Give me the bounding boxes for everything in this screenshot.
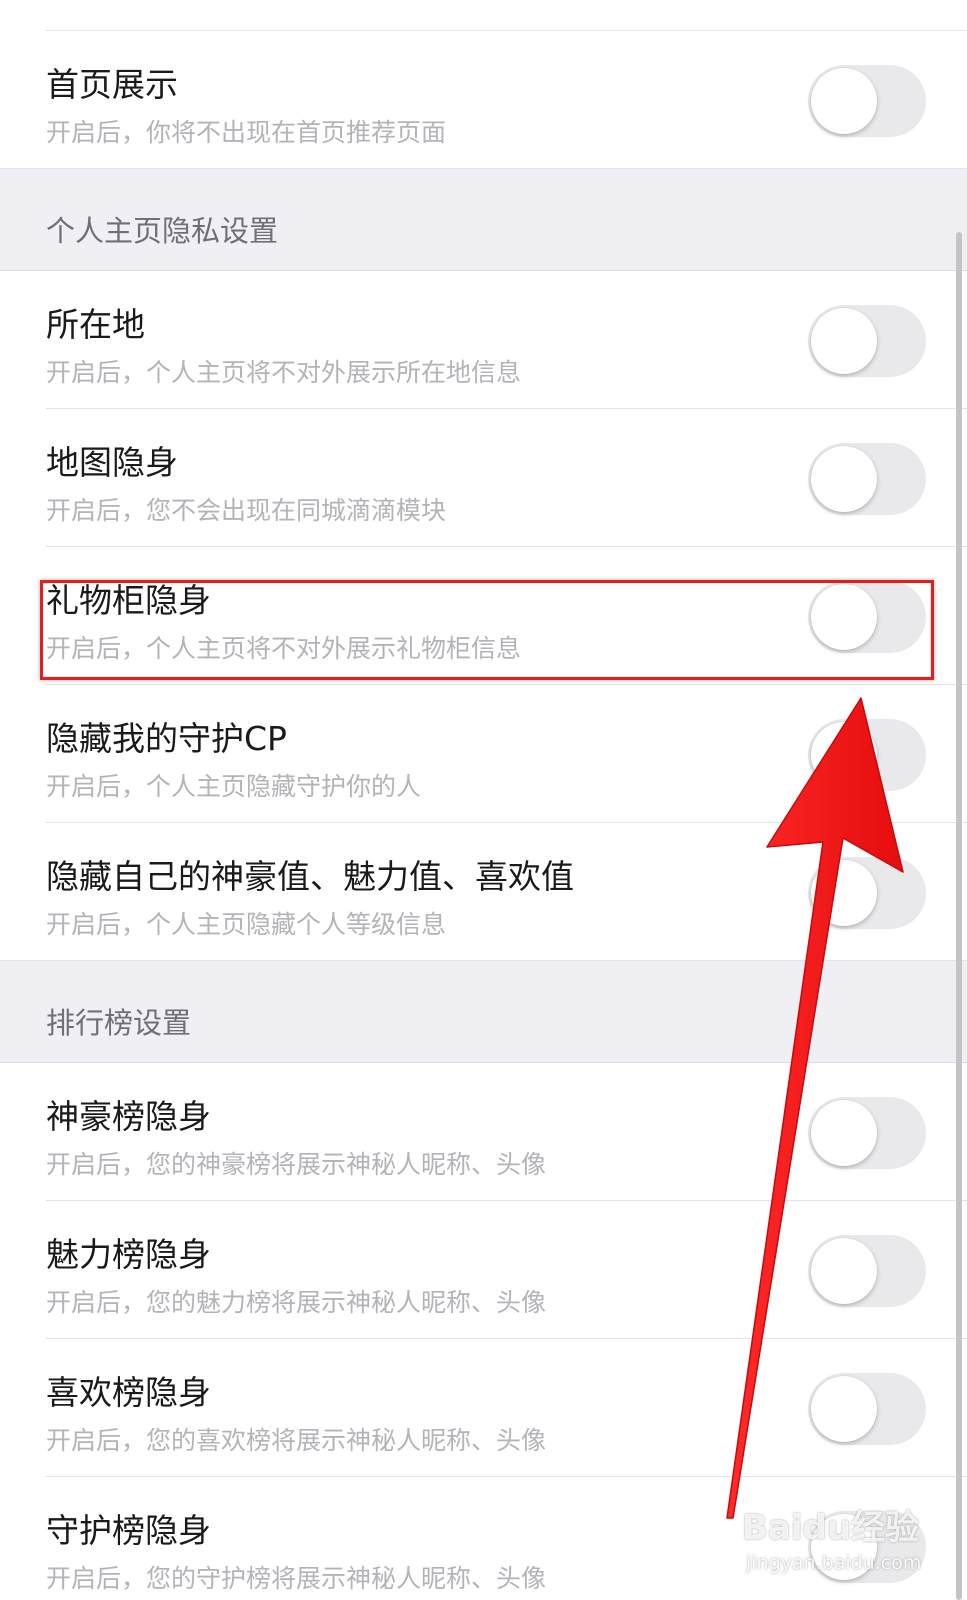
toggle-knob	[811, 584, 877, 650]
setting-description: 开启后，个人主页隐藏守护你的人	[46, 772, 422, 801]
homepage-display-toggle[interactable]	[808, 65, 926, 137]
toggle-knob	[811, 68, 877, 134]
setting-description: 开启后，您的喜欢榜将展示神秘人昵称、头像	[46, 1426, 547, 1455]
toggle-knob	[811, 1514, 877, 1580]
wealth-rank-invisible-toggle[interactable]	[808, 1097, 926, 1169]
toggle-knob	[811, 1100, 877, 1166]
setting-title: 地图隐身	[46, 443, 178, 482]
setting-description: 开启后，您的守护榜将展示神秘人昵称、头像	[46, 1564, 547, 1593]
setting-row-gift-cabinet-invisible[interactable]: 礼物柜隐身 开启后，个人主页将不对外展示礼物柜信息	[0, 547, 967, 685]
section-label: 个人主页隐私设置	[46, 214, 279, 248]
setting-description: 开启后，您的魅力榜将展示神秘人昵称、头像	[46, 1288, 547, 1317]
toggle-knob	[811, 722, 877, 788]
setting-description: 开启后，您不会出现在同城滴滴模块	[46, 496, 447, 525]
privacy-settings-screen: 首页展示 开启后，你将不出现在首页推荐页面 个人主页隐私设置 所在地 开启后，个…	[0, 0, 967, 1600]
setting-row-map-invisible[interactable]: 地图隐身 开启后，您不会出现在同城滴滴模块	[0, 409, 967, 547]
setting-row-hide-guardian-cp[interactable]: 隐藏我的守护CP 开启后，个人主页隐藏守护你的人	[0, 685, 967, 823]
setting-row-like-rank-invisible[interactable]: 喜欢榜隐身 开启后，您的喜欢榜将展示神秘人昵称、头像	[0, 1339, 967, 1477]
setting-title: 隐藏自己的神豪值、魅力值、喜欢值	[46, 857, 574, 896]
setting-row-wealth-rank-invisible[interactable]: 神豪榜隐身 开启后，您的神豪榜将展示神秘人昵称、头像	[0, 1063, 967, 1201]
setting-title: 神豪榜隐身	[46, 1097, 211, 1136]
toggle-knob	[811, 1238, 877, 1304]
hide-values-toggle[interactable]	[808, 857, 926, 929]
like-rank-invisible-toggle[interactable]	[808, 1373, 926, 1445]
section-header-profile-privacy: 个人主页隐私设置	[0, 169, 967, 271]
setting-description: 开启后，个人主页将不对外展示所在地信息	[46, 358, 522, 387]
setting-row-charm-rank-invisible[interactable]: 魅力榜隐身 开启后，您的魅力榜将展示神秘人昵称、头像	[0, 1201, 967, 1339]
setting-row-homepage-display[interactable]: 首页展示 开启后，你将不出现在首页推荐页面	[0, 31, 967, 169]
setting-description: 开启后，你将不出现在首页推荐页面	[46, 118, 447, 147]
setting-title: 守护榜隐身	[46, 1511, 211, 1550]
setting-title: 所在地	[46, 305, 145, 344]
gift-cabinet-invisible-toggle[interactable]	[808, 581, 926, 653]
setting-title: 首页展示	[46, 65, 178, 104]
charm-rank-invisible-toggle[interactable]	[808, 1235, 926, 1307]
setting-row-location[interactable]: 所在地 开启后，个人主页将不对外展示所在地信息	[0, 271, 967, 409]
setting-title: 隐藏我的守护CP	[46, 719, 287, 758]
toggle-knob	[811, 308, 877, 374]
guardian-rank-invisible-toggle[interactable]	[808, 1511, 926, 1583]
toggle-knob	[811, 446, 877, 512]
setting-row-hide-values[interactable]: 隐藏自己的神豪值、魅力值、喜欢值 开启后，个人主页隐藏个人等级信息	[0, 823, 967, 961]
map-invisible-toggle[interactable]	[808, 443, 926, 515]
setting-description: 开启后，您的神豪榜将展示神秘人昵称、头像	[46, 1150, 547, 1179]
setting-title: 喜欢榜隐身	[46, 1373, 211, 1412]
setting-title: 魅力榜隐身	[46, 1235, 211, 1274]
setting-row-guardian-rank-invisible[interactable]: 守护榜隐身 开启后，您的守护榜将展示神秘人昵称、头像	[0, 1477, 967, 1600]
location-toggle[interactable]	[808, 305, 926, 377]
scrollbar[interactable]	[956, 232, 962, 1600]
section-header-ranking: 排行榜设置	[0, 961, 967, 1063]
setting-title: 礼物柜隐身	[46, 581, 211, 620]
hide-guardian-cp-toggle[interactable]	[808, 719, 926, 791]
toggle-knob	[811, 860, 877, 926]
setting-description: 开启后，个人主页隐藏个人等级信息	[46, 910, 447, 939]
setting-description: 开启后，个人主页将不对外展示礼物柜信息	[46, 634, 522, 663]
section-label: 排行榜设置	[46, 1006, 192, 1040]
toggle-knob	[811, 1376, 877, 1442]
